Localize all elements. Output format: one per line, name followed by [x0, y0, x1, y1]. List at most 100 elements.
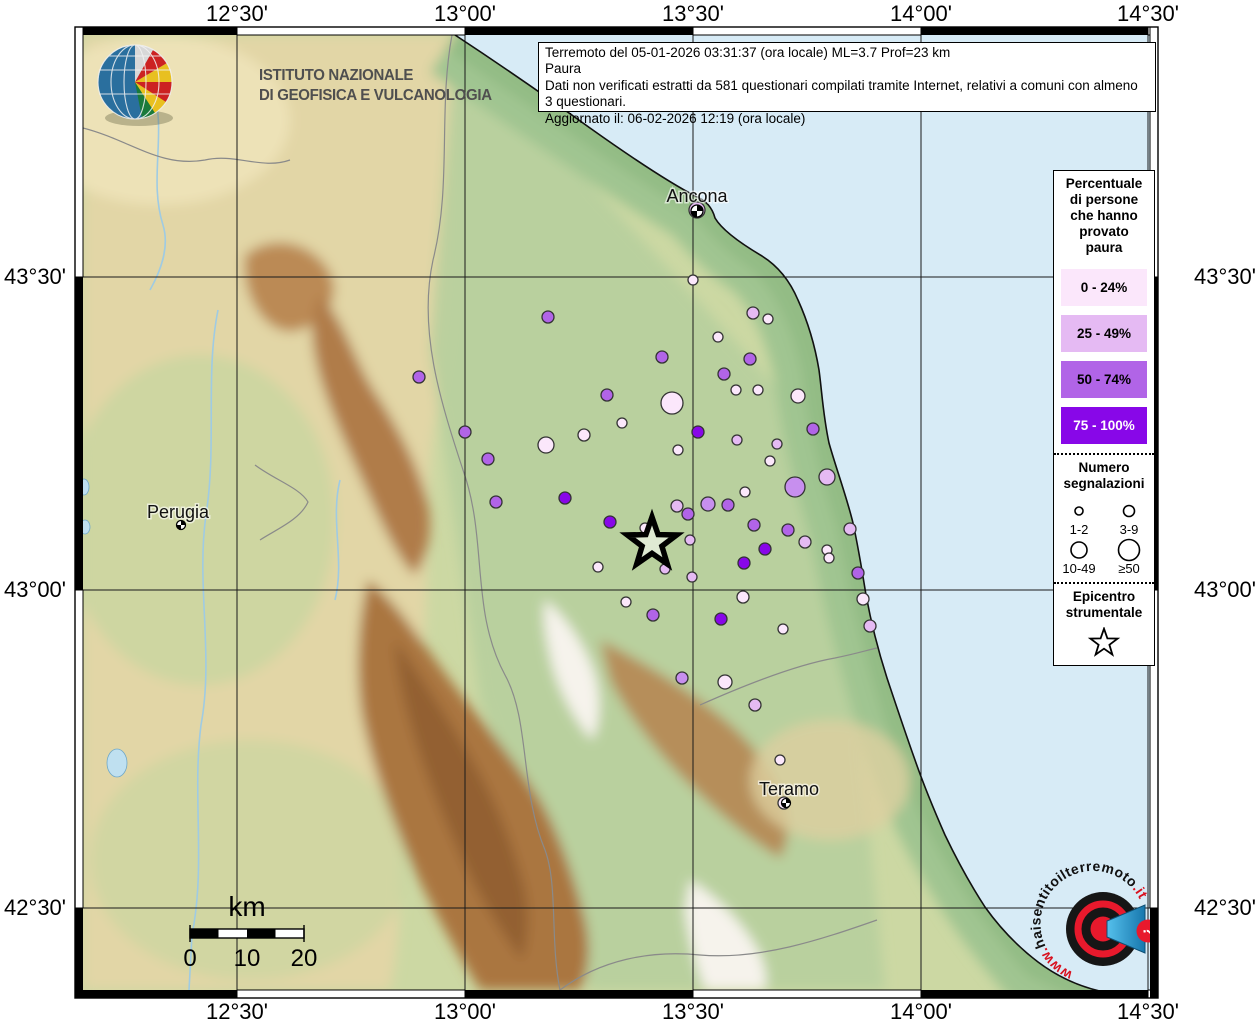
lat-label: 42°30'	[1194, 895, 1256, 921]
legend-size-item: 10-49	[1062, 537, 1095, 576]
scale-tick-20: 20	[291, 945, 318, 972]
felt-report-point	[692, 426, 704, 438]
felt-report-point	[737, 591, 749, 603]
felt-report-point	[459, 426, 471, 438]
felt-report-point	[661, 392, 683, 414]
city-label: Perugia	[147, 502, 210, 522]
lon-label: 12°30'	[206, 999, 268, 1024]
felt-report-point	[785, 477, 805, 497]
scale-tick-10: 10	[234, 945, 261, 972]
felt-report-point	[852, 567, 864, 579]
event-info-box: Terremoto del 05-01-2026 03:31:37 (ora l…	[538, 42, 1156, 112]
legend-class-swatch: 75 - 100%	[1061, 407, 1147, 444]
felt-report-point	[482, 453, 494, 465]
map-content: AnconaPerugiaTeramo km 0 10 20 www.haise…	[30, 35, 1160, 996]
felt-report-point	[807, 423, 819, 435]
felt-report-point	[775, 755, 785, 765]
felt-report-point	[864, 620, 876, 632]
felt-report-point	[747, 307, 759, 319]
lon-label: 13°00'	[434, 999, 496, 1024]
lat-label: 43°00'	[0, 577, 66, 603]
size-circle-icon	[1116, 498, 1142, 524]
legend-class-swatch: 50 - 74%	[1061, 361, 1147, 398]
felt-report-point	[759, 543, 771, 555]
felt-report-point	[671, 500, 683, 512]
lon-label: 13°30'	[662, 999, 724, 1024]
felt-report-point	[744, 353, 756, 365]
felt-report-point	[682, 508, 694, 520]
lon-label: 14°30'	[1117, 1, 1179, 27]
felt-report-point	[722, 499, 734, 511]
felt-report-point	[772, 439, 782, 449]
felt-report-point	[621, 597, 631, 607]
legend-size-item: 1-2	[1066, 498, 1092, 537]
legend-epicenter-title: Epicentrostrumentale	[1054, 584, 1154, 625]
felt-report-point	[685, 535, 695, 545]
felt-report-point	[732, 435, 742, 445]
felt-report-point	[857, 593, 869, 605]
lon-label: 13°00'	[434, 1, 496, 27]
felt-report-point	[718, 675, 732, 689]
legend-panel: Percentualedi personeche hannoprovatopau…	[1053, 170, 1155, 666]
scale-unit-label: km	[228, 891, 265, 922]
legend-class-swatch: 0 - 24%	[1061, 269, 1147, 306]
lon-label: 13°30'	[662, 1, 724, 27]
felt-report-point	[559, 492, 571, 504]
event-title-line: Terremoto del 05-01-2026 03:31:37 (ora l…	[545, 45, 1149, 61]
felt-report-point	[687, 572, 697, 582]
legend-class-swatch: 25 - 49%	[1061, 315, 1147, 352]
felt-report-point	[688, 275, 698, 285]
legend-signal-sizes: 1-23-910-49≥50	[1054, 496, 1154, 582]
lon-label: 14°30'	[1117, 999, 1179, 1024]
felt-report-point	[538, 437, 554, 453]
lat-label: 43°00'	[1194, 577, 1256, 603]
felt-report-point	[731, 385, 741, 395]
city-label: Teramo	[759, 779, 819, 799]
felt-report-point	[799, 536, 811, 548]
legend-signals-section: Numerosegnalazioni 1-23-910-49≥50	[1054, 453, 1154, 582]
city-marker-icon	[691, 205, 703, 217]
legend-epicenter-section: Epicentrostrumentale	[1054, 582, 1154, 665]
felt-report-point	[490, 496, 502, 508]
felt-report-point	[604, 516, 616, 528]
event-data-line: Dati non verificati estratti da 581 ques…	[545, 78, 1149, 111]
felt-report-point	[647, 609, 659, 621]
event-type-line: Paura	[545, 61, 1149, 77]
felt-report-point	[748, 519, 760, 531]
lon-label: 14°00'	[890, 1, 952, 27]
legend-signals-title: Numerosegnalazioni	[1054, 455, 1154, 496]
lon-label: 12°30'	[206, 1, 268, 27]
size-circle-icon	[1116, 537, 1142, 563]
city-marker-icon	[782, 799, 791, 808]
felt-report-point	[617, 418, 627, 428]
felt-report-point	[738, 557, 750, 569]
ingv-title-line1: ISTITUTO NAZIONALE	[259, 67, 413, 84]
legend-percent-classes: 0 - 24% 25 - 49% 50 - 74% 75 - 100%	[1054, 269, 1154, 444]
legend-size-item: ≥50	[1116, 537, 1142, 576]
lon-label: 14°00'	[890, 999, 952, 1024]
event-updated-line: Aggiornato il: 06-02-2026 12:19 (ora loc…	[545, 111, 1149, 127]
felt-report-point	[601, 389, 613, 401]
felt-report-point	[782, 524, 794, 536]
ingv-title-line2: DI GEOFISICA E VULCANOLOGIA	[259, 87, 492, 104]
felt-report-point	[656, 351, 668, 363]
felt-report-point	[753, 385, 763, 395]
felt-report-point	[824, 553, 834, 563]
felt-report-point	[749, 699, 761, 711]
felt-report-point	[819, 469, 835, 485]
size-circle-icon	[1066, 498, 1092, 524]
felt-report-point	[673, 445, 683, 455]
felt-report-point	[765, 456, 775, 466]
epicenter-star-icon	[1087, 627, 1121, 659]
felt-report-point	[718, 368, 730, 380]
felt-report-point	[593, 562, 603, 572]
felt-report-point	[791, 389, 805, 403]
felt-report-point	[701, 497, 715, 511]
size-circle-icon	[1066, 537, 1092, 563]
felt-report-point	[542, 311, 554, 323]
felt-report-point	[740, 487, 750, 497]
felt-report-point	[413, 371, 425, 383]
felt-report-point	[844, 523, 856, 535]
felt-report-point	[676, 672, 688, 684]
felt-report-point	[715, 613, 727, 625]
